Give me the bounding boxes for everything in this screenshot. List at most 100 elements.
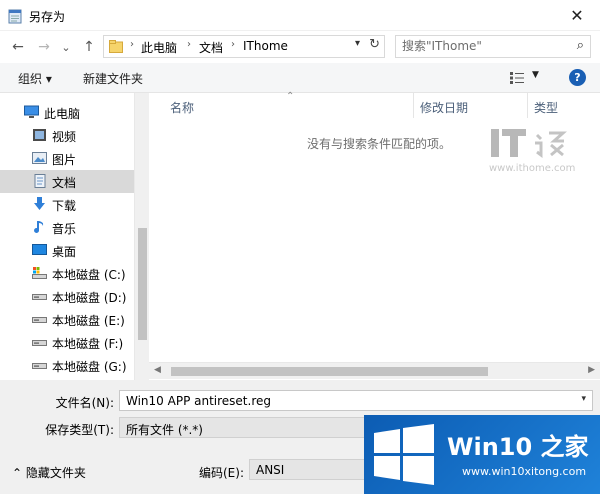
sidebar-item-label: 视频 [52, 130, 77, 144]
empty-results-message: 没有与搜索条件匹配的项。 [307, 137, 452, 151]
sidebar-item-label: 桌面 [52, 245, 77, 259]
encoding-select[interactable]: ANSI [249, 459, 379, 480]
navigation-pane: 此电脑 视频 图片 文档 下载 音乐 桌面 本地磁盘 (C:) 本地磁盘 (D:… [0, 93, 148, 380]
windows-logo-icon [374, 424, 434, 485]
video-icon [33, 129, 46, 141]
sidebar-item-drive-f[interactable]: 本地磁盘 (F:) [0, 331, 134, 354]
arrow-up-icon: ↑ [83, 39, 95, 55]
sidebar-item-videos[interactable]: 视频 [0, 124, 134, 147]
column-header-type[interactable]: 类型 [528, 93, 600, 118]
column-header-label: 名称 [170, 101, 195, 115]
sidebar-item-drive-g[interactable]: 本地磁盘 (G:) [0, 354, 134, 377]
filename-field[interactable]: Win10 APP antireset.reg ▾ [119, 390, 593, 411]
breadcrumb-separator: › [130, 39, 134, 50]
music-icon [34, 221, 44, 233]
brand-url: www.win10xitong.com [462, 465, 587, 478]
sidebar-item-label: 音乐 [52, 222, 77, 236]
forward-button[interactable]: → [34, 37, 54, 57]
sidebar-item-label: 下载 [52, 199, 77, 213]
sidebar-item-music[interactable]: 音乐 [0, 216, 134, 239]
new-folder-button[interactable]: 新建文件夹 [83, 70, 143, 87]
drive-icon [32, 294, 47, 300]
computer-icon [24, 105, 39, 118]
encoding-value: ANSI [256, 463, 285, 477]
close-icon: ✕ [570, 6, 584, 25]
horizontal-scrollbar[interactable]: ◀ ▶ [149, 362, 600, 379]
sidebar-item-label: 本地磁盘 (D:) [52, 291, 127, 305]
sidebar-item-downloads[interactable]: 下载 [0, 193, 134, 216]
scroll-left-icon[interactable]: ◀ [154, 365, 161, 375]
breadcrumb-this-pc[interactable]: 此电脑 [141, 39, 177, 56]
window-title: 另存为 [29, 10, 66, 24]
column-header-label: 类型 [534, 101, 559, 115]
sidebar-item-label: 图片 [52, 153, 77, 167]
document-icon [34, 174, 46, 188]
breadcrumb-separator: › [187, 39, 191, 50]
notepad-icon [8, 9, 22, 24]
folder-icon [109, 40, 123, 53]
search-box[interactable]: ⌕ [395, 35, 591, 58]
view-dropdown-icon[interactable]: ▼ [532, 70, 539, 80]
system-drive-icon [32, 267, 47, 279]
column-header-date[interactable]: 修改日期 [414, 93, 527, 118]
column-header-name[interactable]: 名称 [149, 93, 413, 118]
breadcrumb-separator: › [231, 39, 235, 50]
arrow-right-icon: → [38, 39, 50, 55]
filename-value: Win10 APP antireset.reg [126, 394, 271, 408]
file-list: ⌃ 名称 修改日期 类型 没有与搜索条件匹配的项。 www.ithome.com [149, 91, 600, 380]
ithome-watermark-url: www.ithome.com [489, 163, 576, 174]
hide-folders-toggle[interactable]: ⌃ 隐藏文件夹 [12, 464, 86, 481]
navigation-scrollbar[interactable] [134, 93, 149, 380]
brand-title: Win10 之家 [447, 433, 589, 461]
sidebar-item-drive-e[interactable]: 本地磁盘 (E:) [0, 308, 134, 331]
breadcrumb-ithome[interactable]: IThome [243, 39, 288, 53]
sidebar-item-label: 文档 [52, 176, 77, 190]
organize-button[interactable]: 组织 ▾ [18, 70, 52, 87]
drive-icon [32, 340, 47, 346]
sidebar-item-label: 本地磁盘 (F:) [52, 337, 124, 351]
win10-brand-logo: Win10 之家 www.win10xitong.com [364, 415, 600, 494]
drive-icon [32, 363, 47, 369]
chevron-down-icon[interactable]: ▾ [581, 394, 586, 404]
arrow-left-icon: ← [12, 39, 24, 55]
view-options-icon[interactable] [509, 71, 525, 85]
scrollbar-thumb[interactable] [138, 228, 147, 340]
help-icon: ? [574, 71, 581, 84]
save-type-value: 所有文件 (*.*) [126, 423, 203, 437]
close-button[interactable]: ✕ [554, 0, 600, 31]
sidebar-item-this-pc[interactable]: 此电脑 [0, 101, 134, 124]
column-header-label: 修改日期 [420, 101, 469, 115]
sidebar-item-drive-d[interactable]: 本地磁盘 (D:) [0, 285, 134, 308]
breadcrumb-documents[interactable]: 文档 [199, 39, 223, 56]
address-bar[interactable]: › 此电脑 › 文档 › IThome ▾ ↻ [103, 35, 385, 58]
sidebar-item-label: 本地磁盘 (C:) [52, 268, 126, 282]
chevron-down-icon: ⌄ [61, 40, 71, 54]
refresh-icon[interactable]: ↻ [369, 37, 380, 52]
up-button[interactable]: ↑ [79, 37, 99, 57]
sidebar-item-label: 本地磁盘 (E:) [52, 314, 125, 328]
search-icon[interactable]: ⌕ [577, 38, 584, 53]
back-button[interactable]: ← [8, 37, 28, 57]
drive-icon [32, 317, 47, 323]
encoding-label: 编码(E): [199, 466, 244, 480]
sidebar-item-drive-c[interactable]: 本地磁盘 (C:) [0, 262, 134, 285]
sidebar-item-documents[interactable]: 文档 [0, 170, 134, 193]
chevron-up-icon: ⌃ [12, 466, 23, 480]
sidebar-item-label: 此电脑 [44, 107, 81, 121]
recent-locations-button[interactable]: ⌄ [56, 37, 76, 57]
address-dropdown-icon[interactable]: ▾ [355, 38, 360, 49]
sidebar-item-label: 本地磁盘 (G:) [52, 360, 127, 374]
scroll-right-icon[interactable]: ▶ [588, 365, 595, 375]
save-type-label: 保存类型(T): [45, 423, 114, 437]
sidebar-item-pictures[interactable]: 图片 [0, 147, 134, 170]
sidebar-item-desktop[interactable]: 桌面 [0, 239, 134, 262]
picture-icon [32, 152, 47, 164]
filename-label: 文件名(N): [55, 396, 114, 410]
title-bar: 另存为 ✕ [0, 0, 600, 31]
address-row: ← → ⌄ ↑ › 此电脑 › 文档 › IThome ▾ ↻ ⌕ [0, 31, 600, 63]
help-button[interactable]: ? [569, 69, 586, 86]
desktop-icon [32, 244, 47, 255]
hide-folders-label: 隐藏文件夹 [25, 466, 86, 480]
scrollbar-thumb[interactable] [171, 367, 488, 376]
search-input[interactable] [402, 39, 562, 53]
